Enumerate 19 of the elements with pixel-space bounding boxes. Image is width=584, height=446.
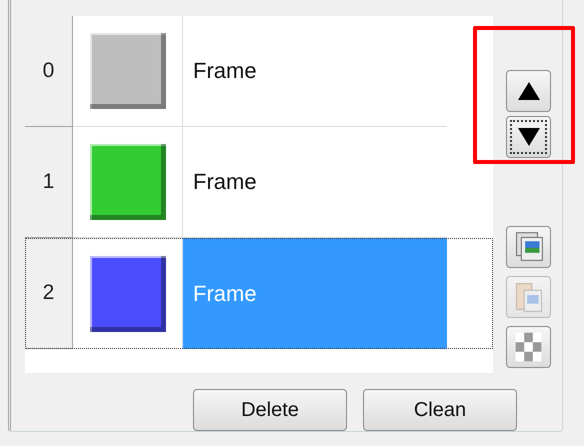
- copy-pictures-button[interactable]: [506, 226, 551, 268]
- row-header: 1: [25, 127, 73, 238]
- down-triangle-icon: [516, 127, 540, 147]
- row-header: 0: [25, 16, 73, 127]
- color-swatch[interactable]: [90, 33, 166, 109]
- table-row[interactable]: 1 Frame: [25, 127, 493, 238]
- action-button[interactable]: Clean: [363, 389, 517, 431]
- move-up-button[interactable]: [506, 70, 551, 112]
- action-button[interactable]: Delete: [193, 389, 347, 431]
- up-triangle-icon: [516, 81, 540, 101]
- frame-name-cell: Frame: [183, 238, 447, 349]
- move-down-button[interactable]: [506, 116, 551, 158]
- table-row[interactable]: 0 Frame: [25, 16, 493, 127]
- color-swatch[interactable]: [90, 256, 166, 332]
- row-header: 2: [25, 238, 73, 349]
- table-row[interactable]: 2 Frame: [25, 238, 493, 349]
- checkerboard-button[interactable]: [506, 326, 551, 368]
- frame-name-cell: Frame: [183, 16, 447, 127]
- color-swatch[interactable]: [90, 144, 166, 220]
